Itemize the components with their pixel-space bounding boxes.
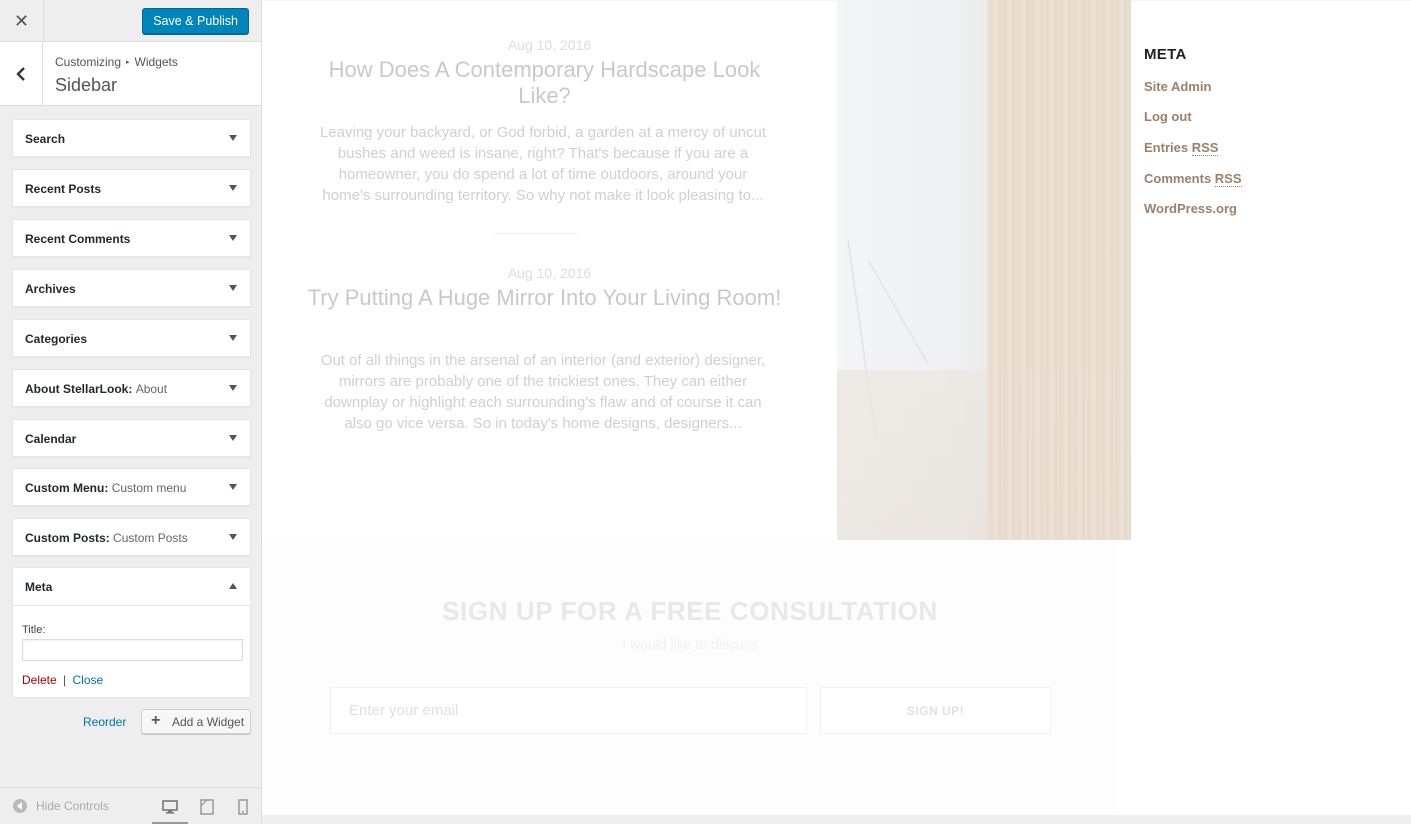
desktop-icon[interactable] [160, 797, 180, 817]
collapse-icon [13, 799, 27, 813]
sidebar-meta-widget: META Site Admin Log out Entries RSS Comm… [1144, 46, 1394, 216]
widget-title: Categories [25, 332, 88, 346]
breadcrumb-current: Widgets [134, 55, 178, 69]
caret-down-icon [229, 335, 237, 341]
post-list: Aug 10, 2016 How Does A Contemporary Har… [262, 0, 837, 540]
title-field[interactable] [22, 639, 243, 661]
widget-actions: Delete | Close [22, 673, 103, 687]
log-out-link[interactable]: Log out [1144, 109, 1192, 124]
tablet-icon[interactable] [197, 797, 217, 817]
widget-meta-expanded: Meta Title: Delete | Close [12, 567, 251, 698]
add-widget-button[interactable]: + Add a Widget [141, 709, 251, 734]
signup-subheading: I would like to discuss [622, 636, 758, 652]
customizer-footer: Hide Controls [0, 787, 261, 824]
widget-title: About StellarLook [25, 382, 129, 396]
widget-subtitle: Custom menu [111, 481, 187, 495]
widget-title: Recent Comments [25, 232, 131, 246]
preview-bottom-bar [262, 815, 1411, 824]
back-button[interactable] [0, 42, 43, 105]
widget-about-stellarlook[interactable]: About StellarLook: About [12, 369, 251, 407]
action-divider: | [63, 673, 67, 687]
post-date: Aug 10, 2016 [507, 265, 592, 281]
entries-rss-link[interactable]: Entries RSS [1144, 140, 1219, 156]
comments-rss-link[interactable]: Comments RSS [1144, 171, 1242, 187]
post-title[interactable]: How Does A Contemporary Hardscape Look L… [302, 57, 787, 109]
customizer-panel: ✕ Save & Publish Customizing ▸ Widgets Sid… [0, 0, 262, 824]
featured-image [837, 0, 1131, 540]
caret-up-icon [229, 583, 237, 589]
title-field-label: Title: [22, 624, 46, 636]
mobile-icon[interactable] [233, 797, 253, 817]
caret-down-icon [229, 135, 237, 141]
site-preview: Aug 10, 2016 How Does A Contemporary Har… [262, 0, 1411, 824]
post-excerpt: Leaving your backyard, or God forbid, a … [319, 124, 767, 204]
post-title[interactable]: Try Putting A Huge Mirror Into Your Livi… [302, 285, 787, 311]
hide-controls-label: Hide Controls [36, 799, 109, 813]
widget-title: Custom Menu [25, 481, 105, 495]
widget-recent-posts[interactable]: Recent Posts [12, 169, 251, 207]
signup-button[interactable]: SIGN UP! [820, 687, 1051, 734]
close-customizer-button[interactable]: ✕ [0, 0, 44, 42]
widget-custom-menu[interactable]: Custom Menu: Custom menu [12, 468, 251, 506]
caret-down-icon [229, 285, 237, 291]
widget-custom-posts[interactable]: Custom Posts: Custom Posts [12, 518, 251, 556]
wordpress-org-link[interactable]: WordPress.org [1144, 201, 1237, 216]
caret-down-icon [229, 385, 237, 391]
delete-widget-link[interactable]: Delete [22, 673, 57, 687]
widget-subtitle: About [135, 382, 168, 396]
breadcrumb: Customizing ▸ Widgets [55, 55, 178, 69]
widget-archives[interactable]: Archives [12, 269, 251, 307]
post-date: Aug 10, 2016 [507, 37, 592, 53]
caret-down-icon [229, 484, 237, 490]
widget-meta-header[interactable]: Meta [13, 568, 250, 606]
breadcrumb-separator-icon: ▸ [126, 59, 130, 66]
caret-down-icon [229, 235, 237, 241]
widget-title: Custom Posts [25, 531, 106, 545]
save-publish-button[interactable]: Save & Publish [142, 8, 249, 34]
widget-title: Archives [25, 282, 76, 296]
signup-heading: SIGN UP FOR A FREE CONSULTATION [442, 596, 938, 626]
chevron-left-icon [16, 66, 25, 81]
section-title: Sidebar [55, 75, 118, 95]
plus-icon: + [151, 712, 161, 729]
post-excerpt: Out of all things in the arsenal of an i… [320, 352, 766, 432]
section-header: Customizing ▸ Widgets Sidebar [0, 42, 261, 106]
widget-recent-comments[interactable]: Recent Comments [12, 219, 251, 257]
meta-heading: META [1144, 46, 1187, 63]
hide-controls-button[interactable]: Hide Controls [13, 799, 109, 813]
reorder-link[interactable]: Reorder [83, 715, 126, 729]
signup-section: SIGN UP FOR A FREE CONSULTATION I would … [262, 540, 1117, 815]
widget-title: Meta [25, 580, 53, 594]
widget-title: Search [25, 132, 66, 146]
widget-calendar[interactable]: Calendar [12, 419, 251, 457]
post-separator [495, 233, 577, 234]
widget-title: Calendar [25, 432, 77, 446]
widget-search[interactable]: Search [12, 119, 251, 157]
add-widget-label: Add a Widget [172, 715, 245, 729]
site-admin-link[interactable]: Site Admin [1144, 79, 1211, 94]
caret-down-icon [229, 534, 237, 540]
close-icon: ✕ [13, 10, 30, 31]
customizer-header: ✕ Save & Publish [0, 0, 261, 42]
widget-categories[interactable]: Categories [12, 319, 251, 357]
widget-subtitle: Custom Posts [113, 531, 188, 545]
email-input[interactable] [330, 687, 807, 734]
widget-title: Recent Posts [25, 182, 102, 196]
caret-down-icon [229, 185, 237, 191]
close-widget-link[interactable]: Close [73, 673, 104, 687]
breadcrumb-root: Customizing [55, 55, 122, 69]
caret-down-icon [229, 435, 237, 441]
